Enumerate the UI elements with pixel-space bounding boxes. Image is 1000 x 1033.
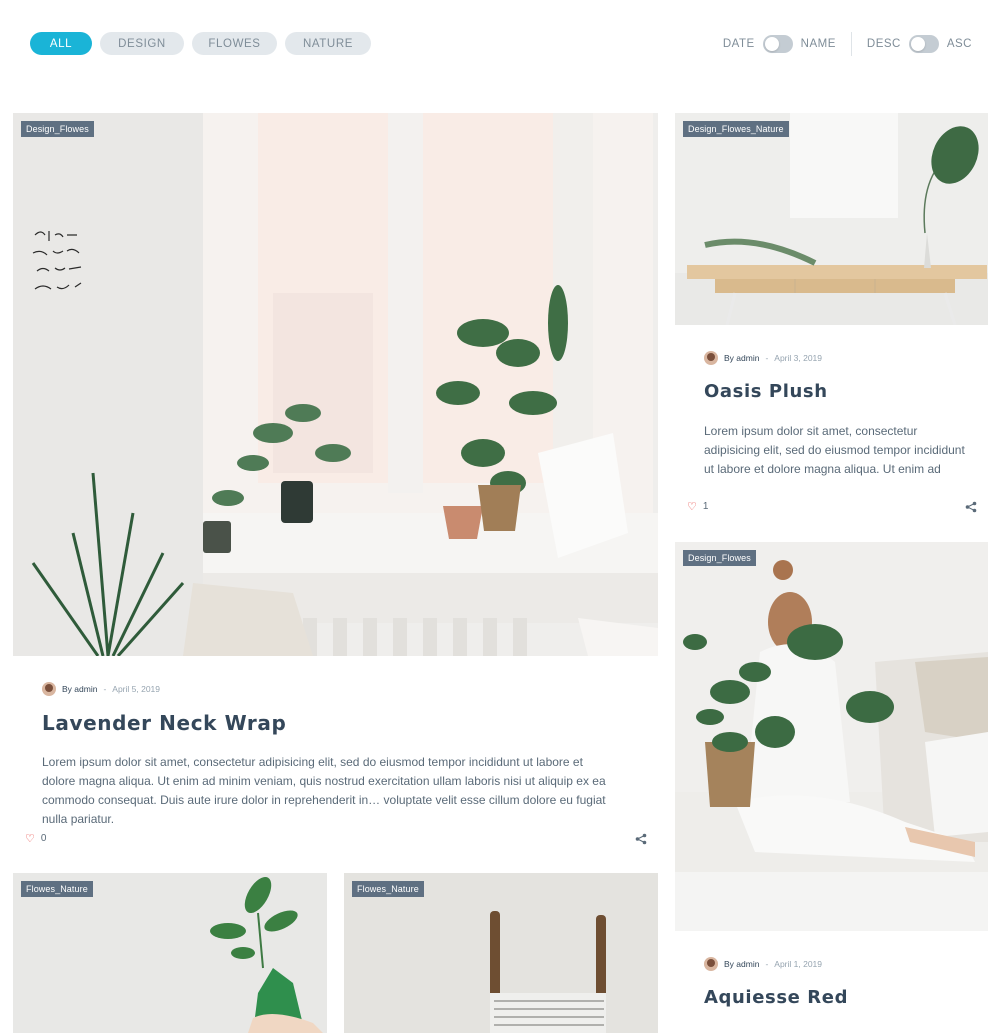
post-excerpt: Lorem ipsum dolor sit amet, consectetur … [42, 755, 606, 826]
post-meta: By admin - April 3, 2019 [704, 351, 822, 365]
share-icon[interactable] [635, 833, 647, 845]
avatar[interactable] [42, 682, 56, 696]
filter-nature-button[interactable]: NATURE [285, 32, 371, 55]
category-tag[interactable]: Flowes_Nature [352, 881, 424, 897]
category-tag[interactable]: Design_Flowes_Nature [683, 121, 789, 137]
post-image[interactable] [13, 873, 327, 1033]
post-title[interactable]: Lavender Neck Wrap [42, 711, 286, 735]
author-link[interactable]: By admin [62, 684, 97, 694]
order-toggle[interactable] [908, 35, 939, 53]
post-card[interactable]: Flowes_Nature [344, 873, 658, 1033]
post-card[interactable]: Flowes_Nature [13, 873, 327, 1033]
like-button[interactable]: ♡ 0 [25, 832, 46, 845]
like-count: 1 [702, 501, 709, 512]
meta-separator: - [765, 959, 769, 969]
avatar[interactable] [704, 351, 718, 365]
filter-flowes-button[interactable]: FLOWES [192, 32, 277, 55]
category-tag[interactable]: Design_Flowes [683, 550, 756, 566]
post-meta: By admin - April 5, 2019 [42, 682, 160, 696]
like-count: 0 [40, 833, 47, 844]
divider [850, 32, 852, 56]
category-tag[interactable]: Design_Flowes [21, 121, 94, 137]
post-meta: By admin - April 1, 2019 [704, 957, 822, 971]
post-date: April 1, 2019 [774, 959, 823, 969]
filter-design-button[interactable]: DESIGN [100, 32, 184, 55]
heart-icon: ♡ [687, 501, 697, 513]
avatar[interactable] [704, 957, 718, 971]
post-date: April 3, 2019 [774, 353, 823, 363]
sort-name-label: NAME [800, 38, 836, 50]
post-excerpt: Lorem ipsum dolor sit amet, consectetur … [704, 424, 965, 476]
category-tag[interactable]: Flowes_Nature [21, 881, 93, 897]
filter-all-button[interactable]: ALL [30, 32, 92, 55]
post-title[interactable]: Aquiesse Red [704, 987, 848, 1008]
order-desc-label: DESC [866, 38, 901, 50]
sort-date-label: DATE [722, 38, 755, 50]
post-image[interactable] [675, 542, 988, 931]
post-image[interactable] [675, 113, 988, 325]
post-title[interactable]: Oasis Plush [704, 381, 828, 402]
like-button[interactable]: ♡ 1 [687, 500, 708, 513]
author-link[interactable]: By admin [724, 959, 759, 969]
post-card[interactable]: Design_Flowes By admin - April 5, 2019 L… [13, 113, 658, 858]
post-card[interactable]: Design_Flowes By admin - April 1, 2019 A… [675, 542, 988, 1033]
heart-icon: ♡ [25, 833, 35, 845]
author-link[interactable]: By admin [724, 353, 759, 363]
sort-controls: DATE NAME DESC ASC [723, 32, 972, 56]
category-filter: ALL DESIGN FLOWES NATURE [30, 32, 371, 55]
post-date: April 5, 2019 [112, 684, 161, 694]
post-image[interactable] [344, 873, 658, 1033]
share-icon[interactable] [965, 501, 977, 513]
order-asc-label: ASC [946, 38, 972, 50]
post-card[interactable]: Design_Flowes_Nature By admin - April 3,… [675, 113, 988, 526]
sort-by-toggle[interactable] [762, 35, 793, 53]
meta-separator: - [103, 684, 107, 694]
post-image[interactable] [13, 113, 658, 656]
meta-separator: - [765, 353, 769, 363]
